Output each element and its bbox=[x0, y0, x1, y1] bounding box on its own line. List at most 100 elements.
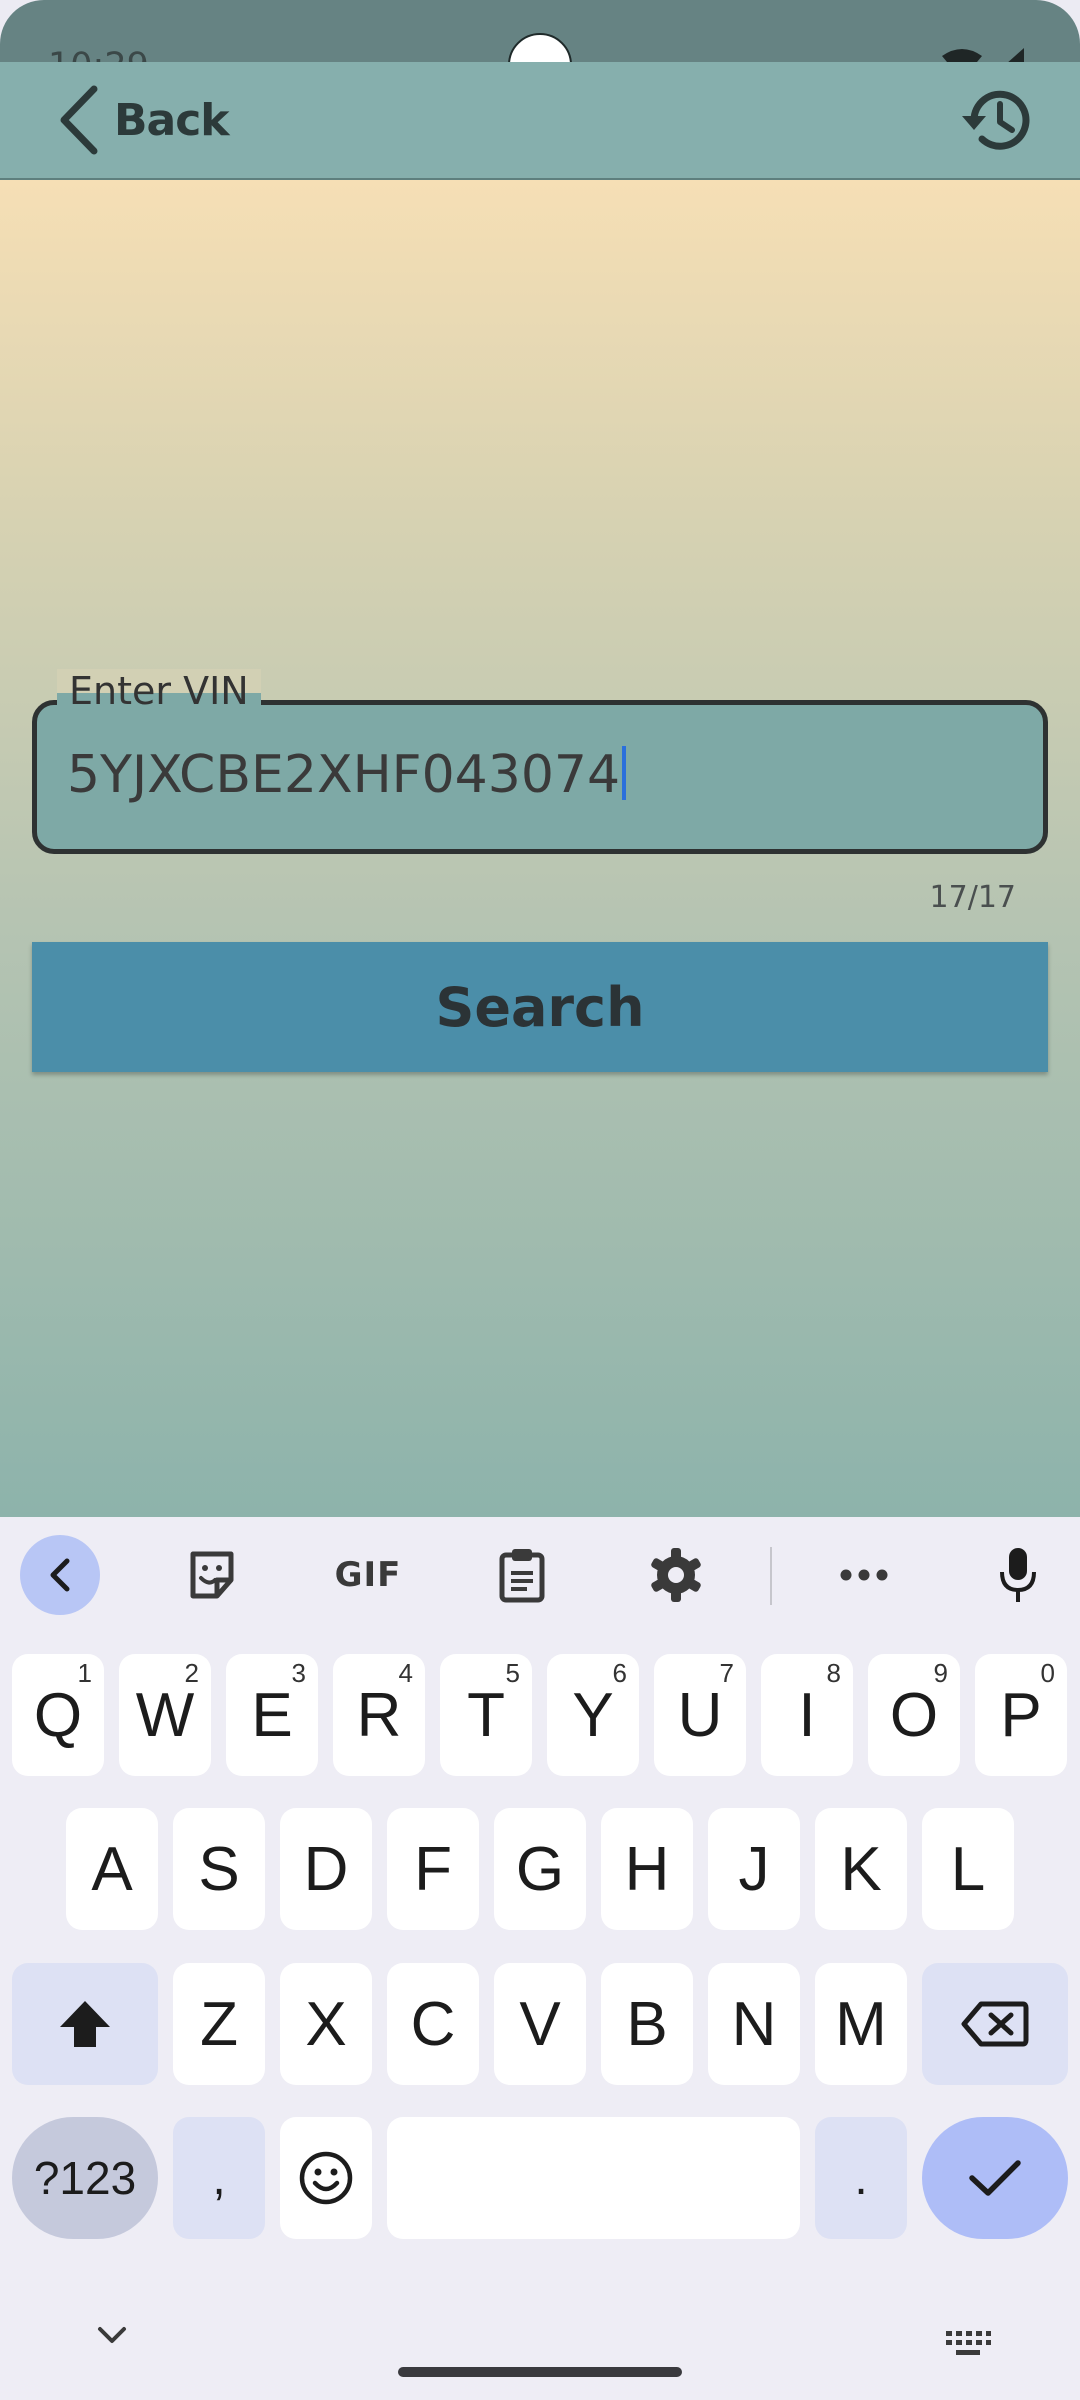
home-indicator[interactable] bbox=[398, 2367, 682, 2377]
voice-input-button[interactable] bbox=[978, 1535, 1058, 1615]
back-label: Back bbox=[114, 94, 230, 146]
toolbar-divider bbox=[770, 1547, 772, 1605]
vin-input-value-row: 5YJXCBE2XHF043074 bbox=[67, 745, 627, 805]
key-j[interactable]: J bbox=[708, 1808, 800, 1930]
microphone-icon bbox=[1000, 1548, 1036, 1602]
key-r[interactable]: R4 bbox=[333, 1654, 425, 1776]
key-h[interactable]: H bbox=[601, 1808, 693, 1930]
more-options-button[interactable] bbox=[824, 1535, 904, 1615]
checkmark-icon bbox=[969, 2160, 1021, 2196]
key-t-hint: 5 bbox=[505, 1658, 520, 1688]
key-n-label: N bbox=[731, 1989, 777, 2059]
key-v[interactable]: V bbox=[494, 1963, 586, 2085]
key-x-label: X bbox=[305, 1989, 347, 2059]
backspace-key[interactable] bbox=[922, 1963, 1068, 2085]
key-h-label: H bbox=[624, 1834, 670, 1904]
history-icon bbox=[962, 90, 1030, 150]
vin-input[interactable]: Enter VIN 5YJXCBE2XHF043074 bbox=[32, 669, 1048, 854]
key-q-hint: 1 bbox=[77, 1658, 92, 1688]
symbols-key[interactable]: ?123 bbox=[12, 2117, 158, 2239]
sticker-icon bbox=[190, 1551, 234, 1599]
key-q-label: Q bbox=[33, 1680, 83, 1750]
key-a[interactable]: A bbox=[66, 1808, 158, 1930]
enter-key[interactable] bbox=[922, 2117, 1068, 2239]
more-icon bbox=[840, 1569, 888, 1581]
space-key[interactable] bbox=[387, 2117, 800, 2239]
settings-icon bbox=[651, 1548, 701, 1602]
key-j-label: J bbox=[738, 1834, 770, 1904]
key-i[interactable]: I8 bbox=[761, 1654, 853, 1776]
emoji-key[interactable] bbox=[280, 2117, 372, 2239]
key-r-hint: 4 bbox=[398, 1658, 413, 1688]
key-t-label: T bbox=[467, 1680, 505, 1750]
soft-keyboard: GIF Q1 W2 E3 R 4 T 5 Y 6 U 7 I 8 O 9 P 0… bbox=[0, 1517, 1080, 2400]
key-i-label: I bbox=[798, 1680, 816, 1750]
vin-input-label: Enter VIN bbox=[57, 669, 261, 713]
key-z-label: Z bbox=[200, 1989, 238, 2059]
key-t[interactable]: T5 bbox=[440, 1654, 532, 1776]
settings-button[interactable] bbox=[636, 1535, 716, 1615]
key-b-label: B bbox=[626, 1989, 668, 2059]
key-p[interactable]: P0 bbox=[975, 1654, 1067, 1776]
keyboard-collapse-toolbar-button[interactable] bbox=[20, 1535, 100, 1615]
chevron-left-icon bbox=[60, 85, 98, 155]
key-g-label: G bbox=[515, 1834, 565, 1904]
key-u-label: U bbox=[677, 1680, 723, 1750]
key-f-label: F bbox=[414, 1834, 452, 1904]
key-p-hint: 0 bbox=[1040, 1658, 1055, 1688]
app-bar: Back bbox=[0, 62, 1080, 180]
key-n[interactable]: N bbox=[708, 1963, 800, 2085]
key-r-label: R bbox=[356, 1680, 402, 1750]
symbols-key-label: ?123 bbox=[33, 2152, 137, 2204]
key-c-label: C bbox=[410, 1989, 456, 2059]
key-u[interactable]: U7 bbox=[654, 1654, 746, 1776]
key-w[interactable]: W2 bbox=[119, 1654, 211, 1776]
key-b[interactable]: B bbox=[601, 1963, 693, 2085]
clipboard-button[interactable] bbox=[482, 1535, 562, 1615]
status-bar: 10:29 bbox=[0, 0, 1080, 97]
clipboard-icon bbox=[499, 1549, 545, 1603]
key-y[interactable]: Y6 bbox=[547, 1654, 639, 1776]
key-e-label: E bbox=[251, 1680, 293, 1750]
key-f[interactable]: F bbox=[387, 1808, 479, 1930]
search-button-label: Search bbox=[435, 975, 645, 1039]
key-i-hint: 8 bbox=[826, 1658, 841, 1688]
key-u-hint: 7 bbox=[719, 1658, 734, 1688]
hide-keyboard-button[interactable] bbox=[92, 2323, 132, 2351]
key-x[interactable]: X bbox=[280, 1963, 372, 2085]
emoji-icon bbox=[299, 2151, 353, 2205]
key-c[interactable]: C bbox=[387, 1963, 479, 2085]
key-s[interactable]: S bbox=[173, 1808, 265, 1930]
key-k[interactable]: K bbox=[815, 1808, 907, 1930]
keyboard-switcher-button[interactable] bbox=[944, 2329, 992, 2363]
period-key[interactable]: . bbox=[815, 2117, 907, 2239]
key-z[interactable]: Z bbox=[173, 1963, 265, 2085]
chevron-down-icon bbox=[98, 2327, 126, 2343]
key-q[interactable]: Q1 bbox=[12, 1654, 104, 1776]
sticker-button[interactable] bbox=[172, 1535, 252, 1615]
key-e[interactable]: E3 bbox=[226, 1654, 318, 1776]
key-d[interactable]: D bbox=[280, 1808, 372, 1930]
comma-key[interactable]: , bbox=[173, 2117, 265, 2239]
key-g[interactable]: G bbox=[494, 1808, 586, 1930]
key-a-label: A bbox=[91, 1834, 133, 1904]
backspace-icon bbox=[961, 2001, 1029, 2047]
key-w-hint: 2 bbox=[184, 1658, 199, 1688]
chevron-left-icon bbox=[50, 1558, 70, 1592]
key-o-label: O bbox=[889, 1680, 939, 1750]
back-button[interactable]: Back bbox=[56, 82, 230, 158]
key-p-label: P bbox=[1000, 1680, 1042, 1750]
shift-key[interactable] bbox=[12, 1963, 158, 2085]
key-o[interactable]: O9 bbox=[868, 1654, 960, 1776]
history-button[interactable] bbox=[956, 80, 1036, 160]
vin-input-value: 5YJXCBE2XHF043074 bbox=[67, 745, 621, 805]
key-e-hint: 3 bbox=[291, 1658, 306, 1688]
main-content: Enter VIN 5YJXCBE2XHF043074 17/17 Search bbox=[0, 180, 1080, 1517]
gif-icon: GIF bbox=[334, 1555, 402, 1595]
key-m[interactable]: M bbox=[815, 1963, 907, 2085]
search-button[interactable]: Search bbox=[32, 942, 1048, 1072]
comma-key-label: , bbox=[212, 2151, 226, 2205]
key-l[interactable]: L bbox=[922, 1808, 1014, 1930]
key-l-label: L bbox=[950, 1834, 986, 1904]
gif-button[interactable]: GIF bbox=[326, 1535, 410, 1615]
